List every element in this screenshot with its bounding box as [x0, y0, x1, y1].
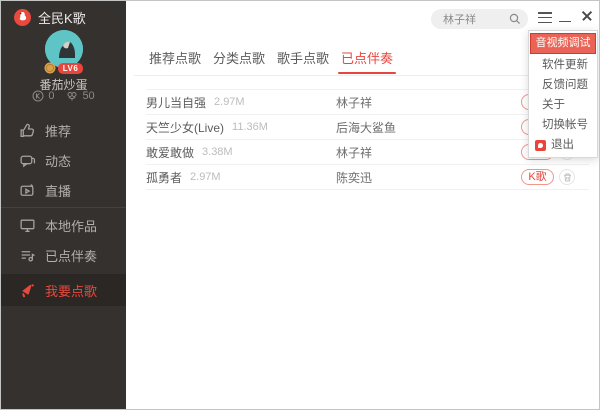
song-play-count: 3.38M: [202, 146, 233, 158]
menu-item-switch-account[interactable]: 切换帐号: [529, 115, 597, 135]
song-artist: 林子祥: [336, 94, 372, 111]
coin-count: 0: [48, 90, 54, 102]
menu-item-exit-label: 退出: [551, 135, 574, 155]
close-button[interactable]: [580, 9, 594, 23]
sidebar-item-label: 直播: [45, 181, 71, 200]
song-title: 孤勇者: [146, 169, 182, 186]
sidebar-item-selected-accompaniment[interactable]: 已点伴奏: [1, 240, 126, 270]
playlist-icon: [19, 247, 36, 264]
sidebar-divider: [1, 207, 126, 208]
menu-item-about[interactable]: 关于: [529, 95, 597, 115]
search-input[interactable]: [443, 9, 507, 29]
trash-icon: [563, 173, 572, 182]
sidebar: 全民K歌 LV6 番茄炒蛋 0: [1, 1, 126, 409]
chat-bubbles-icon: [19, 152, 36, 169]
song-row: 敢爱敢做 3.38M 林子祥 K歌: [146, 140, 589, 165]
sidebar-item-label: 推荐: [45, 121, 71, 140]
delete-button[interactable]: [559, 169, 575, 185]
sidebar-menu: 推荐 动态 直播: [1, 115, 126, 306]
app-window: 全民K歌 LV6 番茄炒蛋 0: [0, 0, 600, 410]
song-play-count: 2.97M: [190, 171, 221, 183]
live-video-icon: [19, 182, 36, 199]
tab-singer-songs[interactable]: 歌手点歌: [277, 48, 329, 74]
sidebar-item-label: 已点伴奏: [45, 246, 97, 265]
sidebar-item-order-song[interactable]: 我要点歌: [1, 274, 126, 306]
user-stats: 0 50: [1, 90, 126, 102]
app-title: 全民K歌: [38, 8, 86, 27]
menu-item-av-debug[interactable]: 音视频调试: [530, 33, 596, 54]
level-badge: LV6: [1, 62, 126, 74]
wesing-logo-icon: [14, 9, 31, 26]
sidebar-item-label: 动态: [45, 151, 71, 170]
song-artist: 后海大鲨鱼: [336, 119, 396, 136]
song-row: 男儿当自强 2.97M 林子祥 K歌: [146, 90, 589, 115]
sidebar-item-label: 本地作品: [45, 216, 97, 235]
menu-item-software-update[interactable]: 软件更新: [529, 55, 597, 75]
song-play-count: 2.97M: [214, 96, 245, 108]
app-logo-icon: [535, 140, 546, 151]
menu-item-feedback[interactable]: 反馈问题: [529, 75, 597, 95]
menu-item-exit[interactable]: 退出: [529, 135, 597, 155]
settings-dropdown-menu: 音视频调试 软件更新 反馈问题 关于 切换帐号 退出: [528, 30, 598, 158]
song-title: 敢爱敢做: [146, 144, 194, 161]
hamburger-menu-button[interactable]: [538, 12, 552, 23]
tab-selected-accompaniment[interactable]: 已点伴奏: [341, 48, 393, 74]
level-badge-label: LV6: [58, 63, 84, 74]
song-row: 天竺少女(Live) 11.36M 后海大鲨鱼 K歌: [146, 115, 589, 140]
megaphone-icon: [19, 282, 36, 299]
ksong-button[interactable]: K歌: [521, 169, 554, 185]
minimize-button[interactable]: [559, 10, 572, 23]
sidebar-item-local-works[interactable]: 本地作品: [1, 210, 126, 240]
sidebar-item-label: 我要点歌: [45, 281, 97, 300]
song-artist: 林子祥: [336, 144, 372, 161]
song-title: 天竺少女(Live): [146, 119, 224, 136]
flower-icon: [66, 90, 78, 102]
search-box: [431, 9, 528, 29]
tab-recommend-songs[interactable]: 推荐点歌: [149, 48, 201, 74]
song-play-count: 11.36M: [232, 121, 268, 133]
tab-bar: 推荐点歌 分类点歌 歌手点歌 已点伴奏: [149, 48, 393, 74]
monitor-icon: [19, 217, 36, 234]
thumbs-up-icon: [19, 122, 36, 139]
flower-stat: 50: [66, 90, 94, 102]
tab-category-songs[interactable]: 分类点歌: [213, 48, 265, 74]
song-list: 男儿当自强 2.97M 林子祥 K歌 天竺少女(Live) 11.36M 后海大…: [146, 89, 589, 190]
coin-badge-icon: [44, 62, 56, 74]
song-row: 孤勇者 2.97M 陈奕迅 K歌: [146, 165, 589, 190]
flower-count: 50: [82, 90, 94, 102]
song-artist: 陈奕迅: [336, 169, 372, 186]
song-title: 男儿当自强: [146, 94, 206, 111]
sidebar-item-recommend[interactable]: 推荐: [1, 115, 126, 145]
coin-stat: 0: [32, 90, 54, 102]
search-icon[interactable]: [509, 13, 521, 25]
sidebar-item-live[interactable]: 直播: [1, 175, 126, 205]
k-coin-icon: [32, 90, 44, 102]
app-logo: 全民K歌: [14, 8, 86, 27]
sidebar-item-feed[interactable]: 动态: [1, 145, 126, 175]
tabs-divider: [134, 75, 593, 76]
